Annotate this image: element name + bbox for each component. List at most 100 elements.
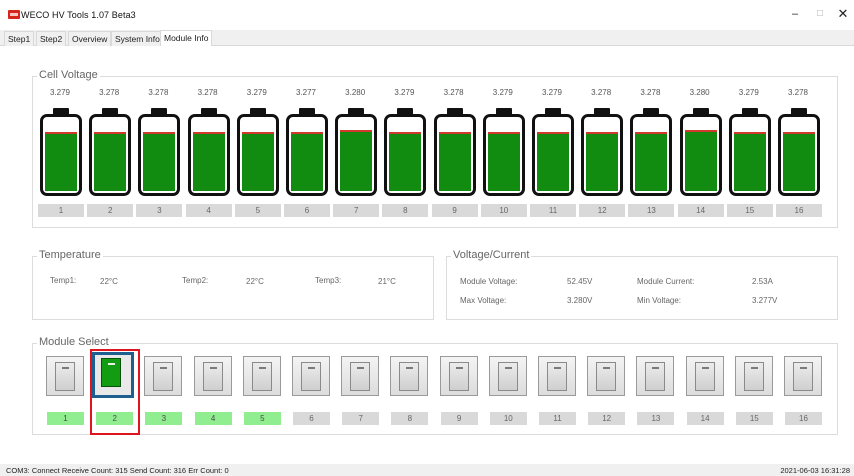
module-14-button[interactable] <box>685 356 724 396</box>
cell-voltage-value: 3.280 <box>689 88 710 97</box>
battery-charge-level <box>586 132 619 191</box>
temperature-group: Temperature <box>32 249 434 320</box>
battery-cell-icon <box>679 108 722 196</box>
tab-module-info[interactable]: Module Info <box>160 30 213 47</box>
battery-module-icon <box>743 362 764 391</box>
temp1-label: Temp1: <box>50 276 77 285</box>
battery-body <box>728 114 771 196</box>
module-current-value: 2.53A <box>752 277 773 286</box>
module-15-button[interactable] <box>734 356 773 396</box>
module-11-button[interactable] <box>538 356 576 396</box>
module-16-button[interactable] <box>784 356 822 396</box>
module-6-button[interactable] <box>292 356 330 396</box>
battery-module-icon <box>350 362 371 391</box>
tab-step1[interactable]: Step1 <box>4 31 35 46</box>
battery-module-icon <box>153 362 174 391</box>
cell-number-label: 1 <box>38 204 84 217</box>
battery-module-icon <box>793 362 813 391</box>
cell-number-label: 16 <box>776 204 822 217</box>
temp3-label: Temp3: <box>315 276 342 285</box>
module-number-label[interactable]: 9 <box>440 412 478 425</box>
selected-module-highlight <box>90 349 140 435</box>
battery-charge-level <box>291 132 323 191</box>
module-current-label: Module Current: <box>637 277 695 286</box>
battery-cell-icon <box>187 108 230 196</box>
module-select-title: Module Select <box>37 336 111 348</box>
module-3-button[interactable] <box>144 356 183 396</box>
min-voltage-label: Min Voltage: <box>637 296 682 305</box>
minimize-button[interactable]: – <box>782 5 808 23</box>
module-13-button[interactable] <box>636 356 675 396</box>
module-number-label[interactable]: 5 <box>243 412 281 425</box>
window-title: WECO HV Tools 1.07 Beta3 <box>21 10 136 20</box>
module-number-label[interactable]: 14 <box>686 412 724 425</box>
module-8-button[interactable] <box>390 356 429 396</box>
battery-cell-icon <box>286 108 328 196</box>
battery-charge-level <box>684 130 717 191</box>
module-number-label[interactable]: 11 <box>539 412 576 425</box>
max-voltage-value: 3.280V <box>567 296 593 305</box>
battery-module-icon <box>547 362 567 391</box>
battery-body <box>581 114 624 196</box>
tab-system-info[interactable]: System Info <box>111 31 164 46</box>
module-number-label[interactable]: 3 <box>145 412 183 425</box>
battery-charge-level <box>487 132 520 191</box>
battery-body <box>138 114 181 196</box>
battery-charge-level <box>192 132 225 191</box>
module-7-button[interactable] <box>341 356 380 396</box>
app-logo-icon <box>8 10 20 19</box>
cell-voltage-title: Cell Voltage <box>37 69 100 81</box>
battery-body <box>433 114 476 196</box>
voltage-current-group: Voltage/Current <box>446 249 838 320</box>
close-button[interactable]: ✕ <box>830 5 854 23</box>
module-number-label[interactable]: 12 <box>588 412 626 425</box>
module-number-label[interactable]: 10 <box>489 412 527 425</box>
battery-cell-icon <box>335 108 378 196</box>
cell-number-label: 8 <box>382 204 429 217</box>
cell-voltage-value: 3.278 <box>197 88 218 97</box>
module-voltage-label: Module Voltage: <box>460 277 518 286</box>
cell-voltage-value: 3.278 <box>787 88 809 97</box>
cell-number-label: 4 <box>185 204 232 217</box>
cell-voltage-value: 3.279 <box>541 88 563 97</box>
battery-cell-icon <box>581 108 624 196</box>
module-number-label[interactable]: 7 <box>342 412 380 425</box>
module-number-label[interactable]: 13 <box>637 412 675 425</box>
cell-voltage-value: 3.279 <box>394 88 415 97</box>
battery-module-icon <box>448 362 469 391</box>
cell-number-label: 11 <box>530 204 576 217</box>
module-number-label[interactable]: 1 <box>47 412 84 425</box>
module-1-button[interactable] <box>46 356 84 396</box>
module-number-label[interactable]: 6 <box>293 412 330 425</box>
module-10-button[interactable] <box>488 356 527 396</box>
module-12-button[interactable] <box>587 356 626 396</box>
cell-voltage-value: 3.279 <box>738 88 759 97</box>
cell-number-label: 15 <box>726 204 773 217</box>
module-number-label[interactable]: 16 <box>785 412 822 425</box>
tab-bar: Step1 Step2 Overview System Info Module … <box>0 30 854 47</box>
battery-charge-level <box>340 130 373 191</box>
title-bar: WECO HV Tools 1.07 Beta3 – □ ✕ <box>0 0 854 30</box>
battery-cell-icon <box>630 108 673 196</box>
battery-charge-level <box>733 132 766 191</box>
module-number-label[interactable]: 15 <box>735 412 773 425</box>
tab-step2[interactable]: Step2 <box>36 31 67 46</box>
module-4-button[interactable] <box>193 356 232 396</box>
cell-voltage-value: 3.279 <box>49 88 71 97</box>
battery-module-icon <box>202 362 223 391</box>
battery-body <box>384 114 427 196</box>
cell-voltage-value: 3.279 <box>492 88 513 97</box>
battery-charge-level <box>438 132 471 191</box>
cell-number-label: 9 <box>431 204 478 217</box>
battery-cell-icon <box>40 108 82 196</box>
battery-cell-icon <box>89 108 132 196</box>
cell-voltage-value: 3.278 <box>99 88 120 97</box>
module-5-button[interactable] <box>242 356 281 396</box>
voltage-current-title: Voltage/Current <box>451 249 532 261</box>
battery-body <box>335 114 378 196</box>
module-9-button[interactable] <box>439 356 478 396</box>
module-number-label[interactable]: 8 <box>391 412 429 425</box>
tab-overview[interactable]: Overview <box>68 31 112 46</box>
module-number-label[interactable]: 4 <box>194 412 232 425</box>
battery-cell-icon <box>532 108 574 196</box>
